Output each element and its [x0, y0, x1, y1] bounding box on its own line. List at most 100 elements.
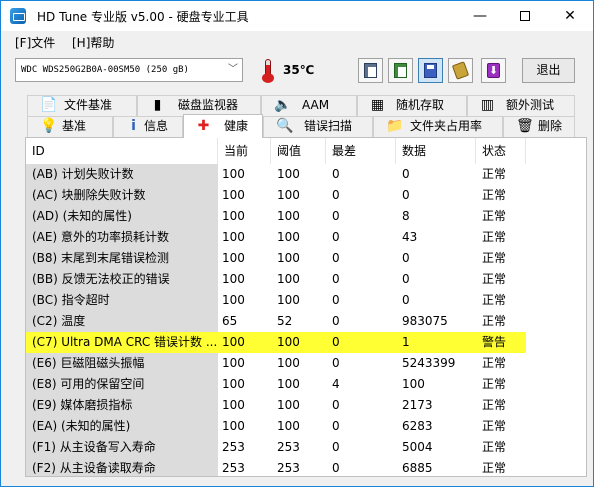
- tab-info[interactable]: i 信息: [113, 116, 183, 137]
- col-header-data[interactable]: 数据: [396, 138, 476, 164]
- file-benchmark-icon: 📄: [40, 97, 58, 113]
- tab-folder-usage[interactable]: 📁 文件夹占用率: [373, 116, 503, 137]
- col-header-id[interactable]: ID: [26, 138, 218, 164]
- table-row[interactable]: (EA) (未知的属性) 100 100 0 6283 正常: [26, 416, 526, 437]
- cell-threshold: 52: [277, 314, 293, 328]
- cell-worst: 0: [332, 230, 340, 244]
- minimize-button[interactable]: —: [457, 1, 503, 31]
- title-bar: HD Tune 专业版 v5.00 - 硬盘专业工具 — ✕: [1, 1, 593, 31]
- table-row[interactable]: (BB) 反馈无法校正的错误 100 100 0 0 正常: [26, 269, 526, 290]
- toolbar: WDC WDS250G2B0A-00SM50 (250 gB) ﹀ 35℃ ⬇ …: [1, 53, 593, 91]
- cell-worst: 0: [332, 272, 340, 286]
- menu-file[interactable]: [F]文件: [15, 34, 55, 51]
- cell-data: 2173: [402, 398, 433, 412]
- cell-id: (BB) 反馈无法校正的错误: [26, 269, 218, 290]
- cell-status: 正常: [482, 419, 507, 433]
- table-row[interactable]: (E6) 巨磁阻磁头振幅 100 100 0 5243399 正常: [26, 353, 526, 374]
- tab-benchmark[interactable]: 💡 基准: [27, 116, 113, 137]
- menu-help[interactable]: [H]帮助: [72, 34, 114, 51]
- cell-worst: 0: [332, 398, 340, 412]
- table-row[interactable]: (E9) 媒体磨损指标 100 100 0 2173 正常: [26, 395, 526, 416]
- cell-id: (AC) 块删除失败计数: [26, 185, 218, 206]
- cell-status: 正常: [482, 251, 507, 265]
- cell-data: 1: [402, 335, 410, 349]
- cell-id: (BC) 指令超时: [26, 290, 218, 311]
- cell-current: 100: [222, 167, 245, 181]
- col-header-threshold[interactable]: 阈值: [271, 138, 326, 164]
- col-header-status[interactable]: 状态: [476, 138, 526, 164]
- benchmark-icon: 💡: [40, 118, 58, 134]
- cell-id: (F1) 从主设备写入寿命: [26, 437, 218, 458]
- cell-current: 100: [222, 230, 245, 244]
- cell-current: 100: [222, 293, 245, 307]
- cell-id: (E8) 可用的保留空间: [26, 374, 218, 395]
- cell-threshold: 100: [277, 209, 300, 223]
- cell-status: 正常: [482, 272, 507, 286]
- tab-error-scan[interactable]: 🔍 错误扫描: [263, 116, 373, 137]
- cell-status: 正常: [482, 398, 507, 412]
- speaker-icon: 🔈: [274, 97, 292, 113]
- tab-random-access[interactable]: ▦ 随机存取: [357, 95, 467, 116]
- tab-health[interactable]: ✚ 健康: [183, 114, 263, 138]
- cell-worst: 0: [332, 314, 340, 328]
- col-header-worst[interactable]: 最差: [326, 138, 396, 164]
- folder-usage-icon: 📁: [386, 118, 404, 134]
- tab-file-benchmark[interactable]: 📄 文件基准: [27, 95, 137, 116]
- cell-data: 8: [402, 209, 410, 223]
- table-row[interactable]: (AB) 计划失败计数 100 100 0 0 正常: [26, 164, 526, 185]
- cell-worst: 0: [332, 167, 340, 181]
- tab-disk-monitor[interactable]: ▮ 磁盘监视器: [137, 95, 261, 116]
- cell-status: 正常: [482, 356, 507, 370]
- table-row[interactable]: (B8) 末尾到末尾错误检测 100 100 0 0 正常: [26, 248, 526, 269]
- options-button[interactable]: [448, 58, 473, 83]
- close-button[interactable]: ✕: [547, 1, 593, 31]
- table-row[interactable]: (F2) 从主设备读取寿命 253 253 0 6885 正常: [26, 458, 526, 476]
- cell-data: 0: [402, 272, 410, 286]
- cell-worst: 0: [332, 188, 340, 202]
- table-row[interactable]: (C2) 温度 65 52 0 983075 正常: [26, 311, 526, 332]
- cell-current: 100: [222, 272, 245, 286]
- table-row[interactable]: (BC) 指令超时 100 100 0 0 正常: [26, 290, 526, 311]
- col-header-current[interactable]: 当前: [218, 138, 271, 164]
- table-row[interactable]: (AC) 块删除失败计数 100 100 0 0 正常: [26, 185, 526, 206]
- table-row[interactable]: (C7) Ultra DMA CRC 错误计数 ... 100 100 0 1 警告: [26, 332, 526, 353]
- download-button[interactable]: ⬇: [481, 58, 506, 83]
- cell-worst: 0: [332, 209, 340, 223]
- cell-threshold: 100: [277, 230, 300, 244]
- save-button[interactable]: [418, 58, 443, 83]
- cell-threshold: 100: [277, 335, 300, 349]
- cell-data: 43: [402, 230, 418, 244]
- maximize-button[interactable]: [502, 1, 548, 31]
- cell-status: 正常: [482, 440, 507, 454]
- drive-select[interactable]: WDC WDS250G2B0A-00SM50 (250 gB) ﹀: [15, 58, 243, 82]
- cell-current: 100: [222, 356, 245, 370]
- cell-current: 100: [222, 188, 245, 202]
- chip-icon: [451, 61, 470, 80]
- cell-status: 正常: [482, 188, 507, 202]
- copy-screenshot-button[interactable]: [388, 58, 413, 83]
- menu-bar: [F]文件 [H]帮助: [1, 31, 593, 53]
- copy-image-icon: [394, 63, 407, 78]
- table-row[interactable]: (E8) 可用的保留空间 100 100 4 100 正常: [26, 374, 526, 395]
- copy-text-button[interactable]: [358, 58, 383, 83]
- cell-id: (C2) 温度: [26, 311, 218, 332]
- temperature-readout: 35℃: [283, 63, 315, 77]
- exit-button[interactable]: 退出: [522, 58, 575, 83]
- table-row[interactable]: (F1) 从主设备写入寿命 253 253 0 5004 正常: [26, 437, 526, 458]
- cell-status: 正常: [482, 314, 507, 328]
- cell-threshold: 100: [277, 167, 300, 181]
- table-row[interactable]: (AE) 意外的功率损耗计数 100 100 0 43 正常: [26, 227, 526, 248]
- tab-delete[interactable]: 🗑 删除: [503, 116, 575, 137]
- tab-extra-tests[interactable]: ▥ 额外测试: [467, 95, 575, 116]
- cell-id: (EA) (未知的属性): [26, 416, 218, 437]
- table-row[interactable]: (AD) (未知的属性) 100 100 0 8 正常: [26, 206, 526, 227]
- health-panel: ID 当前 阈值 最差 数据 状态 (AB) 计划失败计数 100 100 0 0 正常(…: [25, 137, 587, 477]
- cell-data: 983075: [402, 314, 448, 328]
- cell-current: 100: [222, 335, 245, 349]
- copy-icon: [364, 63, 377, 78]
- cell-threshold: 100: [277, 251, 300, 265]
- cell-id: (E6) 巨磁阻磁头振幅: [26, 353, 218, 374]
- cell-threshold: 100: [277, 272, 300, 286]
- app-window: HD Tune 专业版 v5.00 - 硬盘专业工具 — ✕ [F]文件 [H]…: [0, 0, 594, 487]
- tab-aam[interactable]: 🔈 AAM: [261, 95, 357, 116]
